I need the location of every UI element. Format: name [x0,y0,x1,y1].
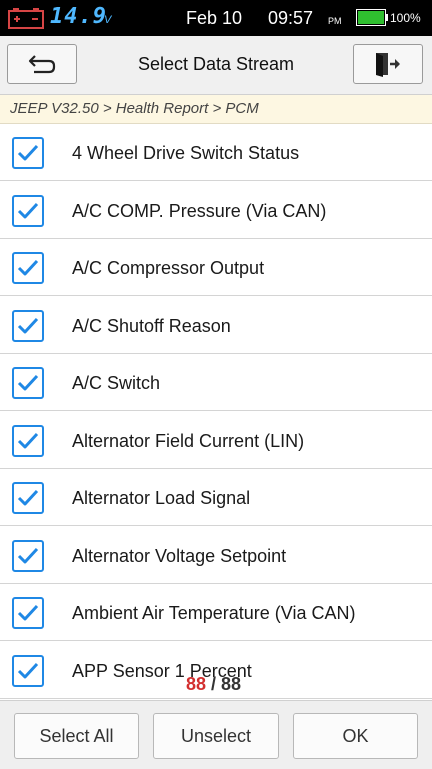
list-item-label: A/C Switch [72,373,161,393]
list-item-label: A/C COMP. Pressure (Via CAN) [72,200,327,221]
list-item[interactable]: A/C COMP. Pressure (Via CAN) [0,182,432,239]
list-item[interactable]: Alternator Field Current (LIN) [0,412,432,469]
list-item[interactable]: A/C Shutoff Reason [0,297,432,354]
list-item-label: Ambient Air Temperature (Via CAN) [72,603,356,623]
voltage-unit: V [104,14,112,26]
unselect-button[interactable]: Unselect [153,713,279,759]
list-item-label: Alternator Field Current (LIN) [72,430,305,451]
checkmark-icon [17,604,39,621]
checkmark-icon [17,259,39,276]
list-item[interactable]: 4 Wheel Drive Switch Status [0,124,432,181]
status-ampm: PM [328,16,342,26]
breadcrumb-text: JEEP V32.50 > Health Report > PCM [10,100,259,117]
list-item[interactable]: Ambient Air Temperature (Via CAN) [0,584,432,641]
car-battery-icon [8,8,44,29]
checkmark-icon [17,317,39,333]
list-item[interactable]: Alternator Voltage Setpoint [0,527,432,584]
checkbox[interactable] [12,367,44,399]
checkmark-icon [17,202,39,218]
checkmark-icon [17,489,39,506]
list-item-label: A/C Shutoff Reason [72,315,231,336]
list-item-label: Alternator Voltage Setpoint [72,545,287,566]
breadcrumb: JEEP V32.50 > Health Report > PCM [0,95,432,124]
exit-door-icon [376,53,400,77]
voltage-readout: 14.9 [50,4,107,29]
data-stream-list[interactable]: 4 Wheel Drive Switch Status A/C COMP. Pre… [0,124,432,700]
checkbox[interactable] [12,194,44,227]
title-bar: Select Data Stream [0,36,432,95]
checkbox[interactable] [12,539,44,572]
checkbox[interactable] [12,424,44,457]
battery-tip [386,14,388,21]
checkmark-icon [17,547,39,563]
page-title: Select Data Stream [137,54,295,74]
checkmark-icon [17,144,39,161]
exit-button[interactable] [353,44,423,84]
battery-percent: 100% [390,11,421,25]
checkbox[interactable] [12,482,44,514]
selection-counter: 88 / 88 [186,674,241,695]
battery-level-fill [358,11,384,24]
checkbox[interactable] [12,137,44,169]
back-button[interactable] [7,44,77,84]
checkmark-icon [17,662,39,678]
ok-button[interactable]: OK [293,713,418,759]
checkbox[interactable] [12,252,44,284]
checkbox[interactable] [12,654,44,687]
list-item-label: 4 Wheel Drive Switch Status [72,143,300,163]
list-item[interactable]: A/C Compressor Output [0,239,432,296]
checkbox[interactable] [12,597,44,629]
status-time: 09:57 [268,8,314,28]
checkmark-icon [17,432,39,448]
list-item[interactable]: Alternator Load Signal [0,469,432,526]
list-item[interactable]: A/C Switch [0,354,432,411]
selected-count: 88 [186,674,207,694]
bottom-bar: Select All Unselect OK [0,700,432,769]
back-arrow-icon [28,55,56,74]
counter-separator: / [206,674,222,694]
battery-icon [356,9,386,26]
status-bar: 14.9 V Feb 10 09:57 PM 100% [0,0,432,36]
list-item-label: A/C Compressor Output [72,258,265,278]
total-count: 88 [221,674,242,694]
checkbox[interactable] [12,309,44,342]
status-date: Feb 10 [186,8,243,28]
select-all-button[interactable]: Select All [14,713,139,759]
checkmark-icon [17,374,39,391]
list-item-label: Alternator Load Signal [72,488,251,508]
